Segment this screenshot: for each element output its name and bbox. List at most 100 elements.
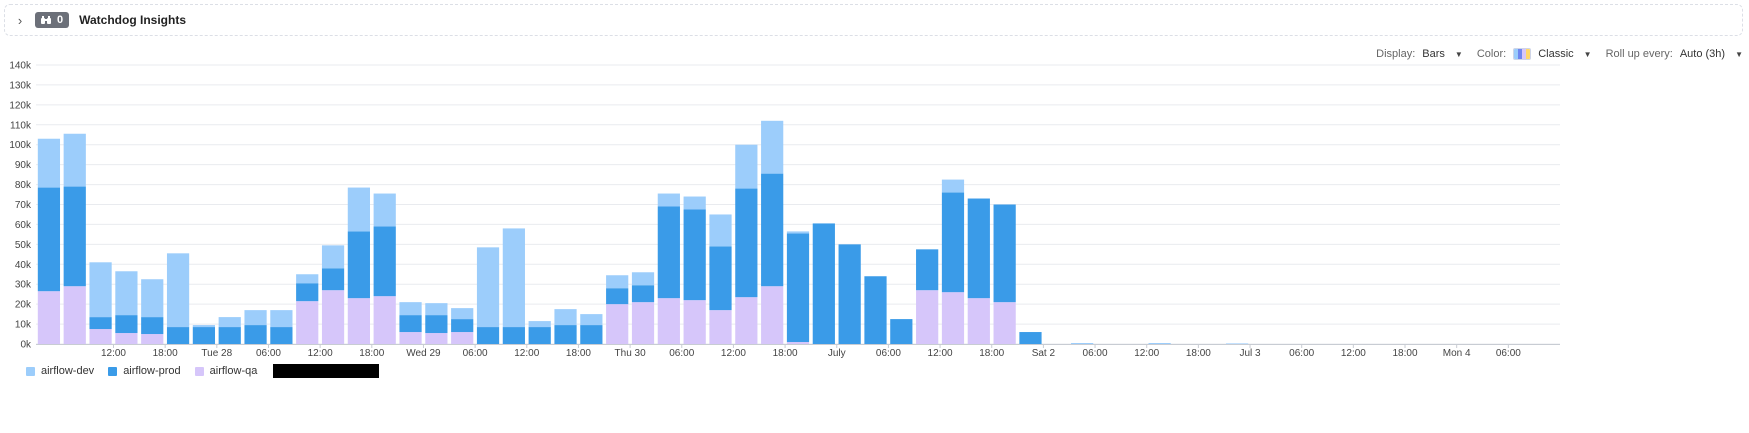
bar-segment-airflow-prod [63, 186, 86, 287]
bar-segment-airflow-prod [218, 327, 241, 344]
bar-segment-airflow-prod [296, 283, 319, 302]
legend-swatch-airflow-prod [108, 366, 118, 376]
y-tick-label: 100k [9, 140, 32, 151]
bar-segment-airflow-dev [683, 196, 706, 210]
bar-segment-airflow-dev [63, 133, 86, 187]
bar-segment-airflow-dev [270, 310, 293, 328]
bar-segment-airflow-dev [580, 314, 603, 326]
bar-segment-airflow-prod [89, 317, 112, 330]
bar-segment-airflow-prod [141, 317, 164, 335]
x-tick-label: 12:00 [928, 348, 953, 358]
bar-segment-airflow-prod [916, 249, 939, 291]
chevron-right-icon[interactable]: › [7, 5, 33, 35]
bar-segment-airflow-prod [451, 319, 474, 333]
bar-segment-airflow-qa [916, 290, 939, 344]
bar-segment-airflow-qa [399, 332, 422, 344]
bar-segment-airflow-prod [270, 327, 293, 344]
bar-segment-airflow-prod [864, 276, 887, 344]
y-tick-label: 0k [20, 340, 32, 351]
bar-segment-airflow-qa [941, 292, 965, 344]
bar-segment-airflow-dev [1226, 343, 1249, 344]
legend-swatch-airflow-dev [26, 366, 35, 376]
bar-segment-airflow-prod [761, 173, 784, 287]
bar-segment-airflow-dev [347, 187, 370, 232]
redacted-block [273, 364, 380, 378]
bar-segment-airflow-qa [37, 291, 61, 344]
x-tick-label: 18:00 [153, 348, 178, 358]
bar-segment-airflow-qa [657, 298, 680, 344]
bar-segment-airflow-prod [528, 327, 551, 344]
bar-segment-airflow-dev [786, 231, 810, 234]
bar-segment-airflow-dev [192, 325, 216, 328]
bar-segment-airflow-prod [735, 188, 758, 298]
bar-segment-airflow-dev [37, 138, 61, 188]
x-tick-label: 06:00 [1289, 348, 1314, 358]
bar-segment-airflow-prod [631, 285, 655, 303]
bar-segment-airflow-prod [373, 226, 396, 297]
bar-segment-airflow-qa [786, 342, 810, 344]
legend-item-airflow-prod[interactable]: airflow-prod [108, 365, 181, 377]
bar-segment-airflow-qa [63, 286, 86, 344]
x-tick-label: 18:00 [566, 348, 591, 358]
bar-segment-airflow-prod [812, 223, 835, 344]
bar-segment-airflow-dev [1148, 343, 1171, 344]
x-tick-label: 12:00 [721, 348, 746, 358]
x-tick-label: Mon 4 [1443, 348, 1471, 358]
x-tick-label: 12:00 [1341, 348, 1366, 358]
insights-count: 0 [57, 14, 64, 26]
x-tick-label: 06:00 [463, 348, 488, 358]
y-tick-label: 60k [15, 220, 32, 231]
y-tick-label: 110k [10, 120, 32, 131]
bar-segment-airflow-prod [321, 268, 345, 291]
bar-segment-airflow-prod [192, 327, 216, 344]
bar-segment-airflow-prod [890, 319, 913, 344]
insights-count-badge: 0 [35, 12, 70, 28]
bar-segment-airflow-prod [993, 204, 1016, 303]
bar-segment-airflow-dev [244, 310, 267, 326]
bar-segment-airflow-dev [657, 193, 680, 207]
bar-segment-airflow-qa [761, 286, 784, 344]
legend-label: airflow-qa [209, 365, 258, 377]
bar-segment-airflow-prod [115, 315, 138, 334]
x-tick-label: 12:00 [308, 348, 333, 358]
bar-segment-airflow-qa [993, 302, 1016, 344]
y-tick-label: 30k [15, 280, 32, 291]
insights-title: Watchdog Insights [79, 13, 187, 27]
bar-segment-airflow-qa [347, 298, 370, 344]
watchdog-insights-bar: › 0 Watchdog Insights [4, 4, 1743, 36]
bar-segment-airflow-prod [683, 209, 706, 301]
bar-segment-airflow-prod [476, 327, 500, 344]
bar-segment-airflow-prod [166, 327, 190, 344]
bar-segment-airflow-prod [657, 206, 680, 299]
legend-item-airflow-dev[interactable]: airflow-dev [26, 365, 94, 377]
bar-segment-airflow-prod [838, 244, 861, 344]
bar-segment-airflow-qa [296, 301, 319, 344]
bar-segment-airflow-prod [967, 198, 990, 299]
bar-segment-airflow-prod [580, 325, 603, 344]
legend-item-airflow-qa[interactable]: airflow-qa [194, 365, 258, 377]
bar-segment-airflow-qa [606, 304, 629, 344]
bar-segment-airflow-qa [451, 332, 474, 344]
bar-segment-airflow-qa [683, 300, 706, 344]
y-tick-label: 90k [15, 160, 32, 171]
bar-segment-airflow-prod [554, 325, 577, 344]
bar-segment-airflow-qa [89, 329, 112, 344]
stacked-bar-chart: 0k 10k 20k 30k 40k 50k 60k 70k 80k 90k 100k 110k 120… [9, 61, 1560, 358]
bar-segment-airflow-dev [218, 317, 241, 328]
x-tick-label: Wed 29 [406, 348, 441, 358]
bar-segment-airflow-dev [1071, 343, 1094, 344]
bar-segment-airflow-dev [425, 303, 448, 316]
bar-segment-airflow-dev [502, 228, 525, 328]
legend: airflow-dev airflow-prod airflow-qa [26, 364, 380, 378]
bar-segment-airflow-prod [37, 187, 61, 292]
bar-segment-airflow-qa [373, 296, 396, 344]
y-tick-label: 130k [9, 80, 32, 91]
bar-segment-airflow-dev [735, 144, 758, 189]
x-tick-label: 18:00 [359, 348, 384, 358]
bar-segment-airflow-qa [115, 333, 138, 344]
y-tick-label: 70k [15, 200, 32, 211]
bar-segment-airflow-dev [631, 272, 655, 286]
bar-segment-airflow-prod [399, 315, 422, 333]
bar-segment-airflow-qa [141, 334, 164, 344]
x-tick-label: Thu 30 [615, 348, 647, 358]
